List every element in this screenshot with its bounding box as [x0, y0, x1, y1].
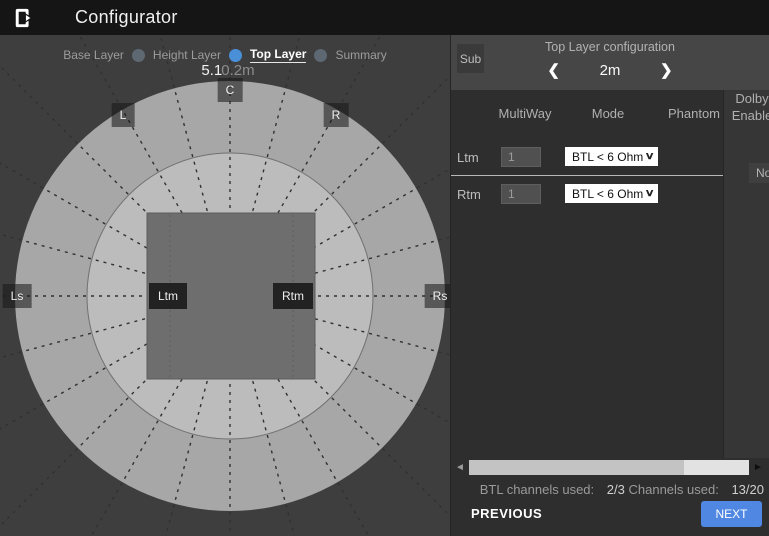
channels-label: Channels used:	[628, 482, 718, 497]
row-label-rtm: Rtm	[457, 187, 481, 202]
speaker-layout-panel: Base Layer Height Layer Top Layer Summar…	[0, 35, 450, 536]
speaker-label-rs[interactable]: Rs	[425, 284, 450, 308]
step-dot-icon	[132, 49, 145, 62]
horizontal-scrollbar: ◄ ►	[451, 458, 769, 477]
distance-primary: 5.1	[201, 62, 222, 79]
previous-button[interactable]: PREVIOUS	[471, 506, 542, 521]
speaker-label-l[interactable]: L	[112, 103, 135, 127]
tab-base-layer[interactable]: Base Layer	[63, 48, 124, 62]
dropdown-chevron-icon: ∨	[644, 151, 654, 162]
row-label-ltm: Ltm	[457, 150, 479, 165]
configuration-panel: Sub Top Layer configuration ❮ 2m ❯ Multi…	[450, 35, 769, 536]
panel-header: Sub Top Layer configuration ❮ 2m ❯	[451, 35, 769, 90]
mode-select-ltm-value: BTL < 6 Ohm	[572, 150, 643, 164]
column-header-multiway: MultiWay	[499, 106, 552, 121]
column-header-mode: Mode	[592, 106, 625, 121]
dropdown-chevron-icon: ∨	[644, 188, 654, 199]
step-dot-icon	[314, 49, 327, 62]
exit-door-icon[interactable]	[13, 7, 35, 29]
step-dot-active-icon	[229, 49, 242, 62]
multiway-input-ltm[interactable]	[501, 147, 541, 167]
layer-tabs: Base Layer Height Layer Top Layer Summar…	[0, 47, 450, 63]
dolby-enable-column	[723, 90, 769, 458]
tab-summary[interactable]: Summary	[335, 48, 386, 62]
speaker-label-c[interactable]: C	[218, 78, 243, 102]
panel-title: Top Layer configuration	[451, 40, 769, 54]
mode-select-rtm[interactable]: BTL < 6 Ohm ∨	[565, 184, 658, 203]
room-radar-diagram	[0, 35, 450, 536]
btl-channels-value: 2/3	[607, 482, 625, 497]
distance-stepper-value: 2m	[596, 62, 624, 79]
tab-top-layer[interactable]: Top Layer	[250, 47, 306, 63]
channels-value: 13/20	[731, 482, 764, 497]
btl-channels-label: BTL channels used:	[480, 482, 594, 497]
distance-secondary: 0.2m	[221, 62, 254, 79]
scrollbar-track[interactable]	[469, 460, 749, 475]
distance-label: 5.10.2m	[201, 62, 254, 79]
scroll-left-arrow-icon[interactable]: ◄	[453, 459, 467, 475]
speaker-label-ls[interactable]: Ls	[3, 284, 32, 308]
multiway-input-rtm[interactable]	[501, 184, 541, 204]
scrollbar-thumb[interactable]	[469, 460, 684, 475]
mode-select-rtm-value: BTL < 6 Ohm	[572, 187, 643, 201]
page-title: Configurator	[75, 7, 178, 28]
next-button[interactable]: NEXT	[701, 501, 762, 527]
chevron-left-icon[interactable]: ❮	[547, 63, 560, 78]
mode-select-ltm[interactable]: BTL < 6 Ohm ∨	[565, 147, 658, 166]
tab-height-layer[interactable]: Height Layer	[153, 48, 221, 62]
column-header-phantom: Phantom	[668, 106, 720, 121]
column-header-dolby-enable: Dolby Enable	[726, 91, 769, 125]
distance-stepper: ❮ 2m ❯	[451, 57, 769, 83]
dolby-enable-value: No	[749, 163, 769, 183]
scroll-right-arrow-icon[interactable]: ►	[751, 459, 765, 475]
channel-usage-status: BTL channels used: 2/3 Channels used: 13…	[480, 482, 764, 497]
chevron-right-icon[interactable]: ❯	[660, 63, 673, 78]
top-bar: Configurator	[0, 0, 769, 35]
configurator-app: Configurator Base Layer Height Layer Top…	[0, 0, 769, 536]
speaker-label-ltm[interactable]: Ltm	[149, 283, 187, 309]
speaker-label-r[interactable]: R	[324, 103, 349, 127]
row-divider	[451, 175, 723, 176]
speaker-label-rtm[interactable]: Rtm	[273, 283, 313, 309]
